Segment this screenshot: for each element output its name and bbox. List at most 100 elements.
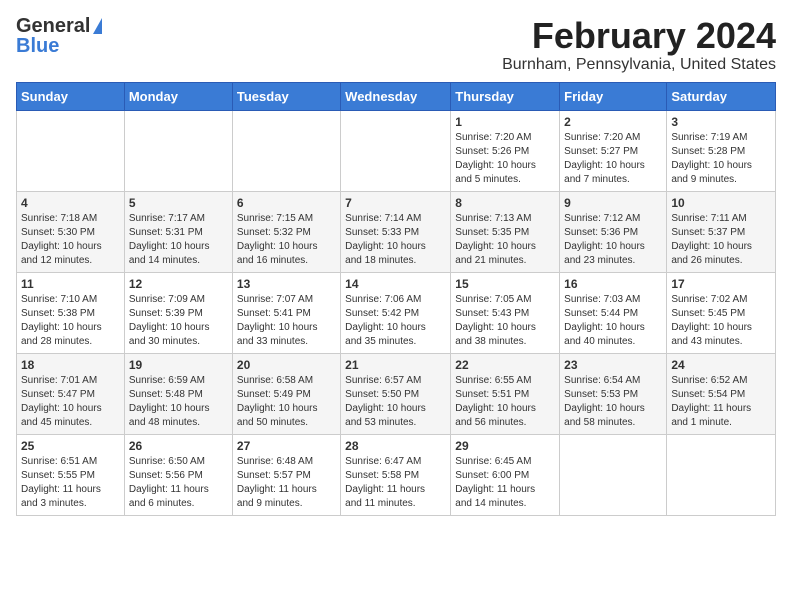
calendar-cell: 6Sunrise: 7:15 AM Sunset: 5:32 PM Daylig…	[232, 191, 340, 272]
day-number: 8	[455, 196, 555, 210]
calendar-cell: 13 Sunrise: 7:07 AM Sunset: 5:41 PM Dayli…	[232, 272, 340, 353]
location-title: Burnham, Pennsylvania, United States	[502, 56, 776, 74]
logo-general-text: General	[16, 16, 90, 36]
calendar-cell: 28 Sunrise: 6:47 AM Sunset: 5:58 PM Dayli…	[341, 434, 451, 515]
day-info: Sunrise: 7:18 AM Sunset: 5:30 PM Dayligh…	[21, 212, 120, 268]
day-info: Sunrise: 7:19 AM Sunset: 5:28 PM Dayligh…	[671, 131, 771, 187]
calendar-cell: 8 Sunrise: 7:13 AM Sunset: 5:35 PM Daylig…	[451, 191, 560, 272]
calendar-cell: 29 Sunrise: 6:45 AM Sunset: 6:00 PM Dayli…	[451, 434, 560, 515]
day-info: Sunrise: 6:45 AM Sunset: 6:00 PM Dayligh…	[455, 455, 555, 511]
logo-blue-text: Blue	[16, 36, 59, 56]
weekday-header-tuesday: Tuesday	[232, 82, 340, 110]
calendar-cell: 12Sunrise: 7:09 AM Sunset: 5:39 PM Dayli…	[124, 272, 232, 353]
day-info: Sunrise: 7:11 AM Sunset: 5:37 PM Dayligh…	[671, 212, 771, 268]
title-area: February 2024 Burnham, Pennsylvania, Uni…	[502, 16, 776, 74]
day-info: Sunrise: 6:59 AM Sunset: 5:48 PM Dayligh…	[129, 374, 228, 430]
weekday-header-monday: Monday	[124, 82, 232, 110]
month-title: February 2024	[502, 16, 776, 56]
calendar-cell: 19 Sunrise: 6:59 AM Sunset: 5:48 PM Dayli…	[124, 353, 232, 434]
day-number: 23	[564, 358, 662, 372]
calendar-cell: 4 Sunrise: 7:18 AM Sunset: 5:30 PM Daylig…	[17, 191, 125, 272]
day-number: 15	[455, 277, 555, 291]
day-number: 13	[237, 277, 336, 291]
calendar-cell: 21 Sunrise: 6:57 AM Sunset: 5:50 PM Dayli…	[341, 353, 451, 434]
calendar-cell: 1 Sunrise: 7:20 AM Sunset: 5:26 PM Daylig…	[451, 110, 560, 191]
day-info: Sunrise: 6:48 AM Sunset: 5:57 PM Dayligh…	[237, 455, 336, 511]
day-number: 4	[21, 196, 120, 210]
day-info: Sunrise: 6:50 AM Sunset: 5:56 PM Dayligh…	[129, 455, 228, 511]
day-number: 24	[671, 358, 771, 372]
calendar-cell: 9 Sunrise: 7:12 AM Sunset: 5:36 PM Daylig…	[560, 191, 667, 272]
day-info: Sunrise: 7:05 AM Sunset: 5:43 PM Dayligh…	[455, 293, 555, 349]
calendar-cell	[232, 110, 340, 191]
day-info: Sunrise: 6:54 AM Sunset: 5:53 PM Dayligh…	[564, 374, 662, 430]
day-info: Sunrise: 7:15 AM Sunset: 5:32 PM Dayligh…	[237, 212, 336, 268]
day-number: 19	[129, 358, 228, 372]
calendar-cell	[667, 434, 776, 515]
weekday-header-sunday: Sunday	[17, 82, 125, 110]
day-number: 2	[564, 115, 662, 129]
day-number: 17	[671, 277, 771, 291]
calendar-cell: 25Sunrise: 6:51 AM Sunset: 5:55 PM Dayli…	[17, 434, 125, 515]
day-info: Sunrise: 6:57 AM Sunset: 5:50 PM Dayligh…	[345, 374, 446, 430]
calendar-cell: 11 Sunrise: 7:10 AM Sunset: 5:38 PM Dayli…	[17, 272, 125, 353]
day-number: 27	[237, 439, 336, 453]
day-info: Sunrise: 7:10 AM Sunset: 5:38 PM Dayligh…	[21, 293, 120, 349]
calendar-cell: 2 Sunrise: 7:20 AM Sunset: 5:27 PM Daylig…	[560, 110, 667, 191]
calendar-cell: 18Sunrise: 7:01 AM Sunset: 5:47 PM Dayli…	[17, 353, 125, 434]
calendar-week-2: 4 Sunrise: 7:18 AM Sunset: 5:30 PM Daylig…	[17, 191, 776, 272]
day-number: 22	[455, 358, 555, 372]
calendar-body: 1 Sunrise: 7:20 AM Sunset: 5:26 PM Daylig…	[17, 110, 776, 515]
calendar-cell	[341, 110, 451, 191]
calendar-cell: 26 Sunrise: 6:50 AM Sunset: 5:56 PM Dayli…	[124, 434, 232, 515]
day-number: 14	[345, 277, 446, 291]
calendar-cell: 5Sunrise: 7:17 AM Sunset: 5:31 PM Daylig…	[124, 191, 232, 272]
calendar-week-5: 25Sunrise: 6:51 AM Sunset: 5:55 PM Dayli…	[17, 434, 776, 515]
day-number: 29	[455, 439, 555, 453]
day-info: Sunrise: 6:52 AM Sunset: 5:54 PM Dayligh…	[671, 374, 771, 430]
day-info: Sunrise: 6:51 AM Sunset: 5:55 PM Dayligh…	[21, 455, 120, 511]
day-number: 1	[455, 115, 555, 129]
day-info: Sunrise: 7:06 AM Sunset: 5:42 PM Dayligh…	[345, 293, 446, 349]
day-info: Sunrise: 7:03 AM Sunset: 5:44 PM Dayligh…	[564, 293, 662, 349]
day-info: Sunrise: 7:02 AM Sunset: 5:45 PM Dayligh…	[671, 293, 771, 349]
calendar-cell: 10 Sunrise: 7:11 AM Sunset: 5:37 PM Dayli…	[667, 191, 776, 272]
calendar-cell: 7Sunrise: 7:14 AM Sunset: 5:33 PM Daylig…	[341, 191, 451, 272]
day-number: 16	[564, 277, 662, 291]
calendar-cell: 24 Sunrise: 6:52 AM Sunset: 5:54 PM Dayli…	[667, 353, 776, 434]
calendar-week-4: 18Sunrise: 7:01 AM Sunset: 5:47 PM Dayli…	[17, 353, 776, 434]
weekday-header-friday: Friday	[560, 82, 667, 110]
logo: General Blue	[16, 16, 102, 56]
day-number: 26	[129, 439, 228, 453]
calendar-cell	[17, 110, 125, 191]
calendar-cell	[124, 110, 232, 191]
day-info: Sunrise: 7:14 AM Sunset: 5:33 PM Dayligh…	[345, 212, 446, 268]
calendar-cell	[560, 434, 667, 515]
day-info: Sunrise: 6:47 AM Sunset: 5:58 PM Dayligh…	[345, 455, 446, 511]
calendar-table: SundayMondayTuesdayWednesdayThursdayFrid…	[16, 82, 776, 516]
day-info: Sunrise: 7:07 AM Sunset: 5:41 PM Dayligh…	[237, 293, 336, 349]
day-number: 10	[671, 196, 771, 210]
day-number: 28	[345, 439, 446, 453]
day-info: Sunrise: 7:01 AM Sunset: 5:47 PM Dayligh…	[21, 374, 120, 430]
day-number: 12	[129, 277, 228, 291]
calendar-cell: 16 Sunrise: 7:03 AM Sunset: 5:44 PM Dayli…	[560, 272, 667, 353]
calendar-week-3: 11 Sunrise: 7:10 AM Sunset: 5:38 PM Dayli…	[17, 272, 776, 353]
weekday-header-thursday: Thursday	[451, 82, 560, 110]
day-info: Sunrise: 7:20 AM Sunset: 5:26 PM Dayligh…	[455, 131, 555, 187]
day-number: 21	[345, 358, 446, 372]
calendar-cell: 3Sunrise: 7:19 AM Sunset: 5:28 PM Daylig…	[667, 110, 776, 191]
logo-triangle-icon	[93, 18, 102, 34]
day-info: Sunrise: 6:58 AM Sunset: 5:49 PM Dayligh…	[237, 374, 336, 430]
day-info: Sunrise: 7:20 AM Sunset: 5:27 PM Dayligh…	[564, 131, 662, 187]
day-number: 11	[21, 277, 120, 291]
day-info: Sunrise: 7:12 AM Sunset: 5:36 PM Dayligh…	[564, 212, 662, 268]
weekday-header-saturday: Saturday	[667, 82, 776, 110]
header: General Blue February 2024 Burnham, Penn…	[16, 16, 776, 74]
calendar-cell: 20 Sunrise: 6:58 AM Sunset: 5:49 PM Dayli…	[232, 353, 340, 434]
day-number: 20	[237, 358, 336, 372]
day-info: Sunrise: 7:13 AM Sunset: 5:35 PM Dayligh…	[455, 212, 555, 268]
calendar-cell: 27 Sunrise: 6:48 AM Sunset: 5:57 PM Dayli…	[232, 434, 340, 515]
day-number: 9	[564, 196, 662, 210]
calendar-cell: 17 Sunrise: 7:02 AM Sunset: 5:45 PM Dayli…	[667, 272, 776, 353]
